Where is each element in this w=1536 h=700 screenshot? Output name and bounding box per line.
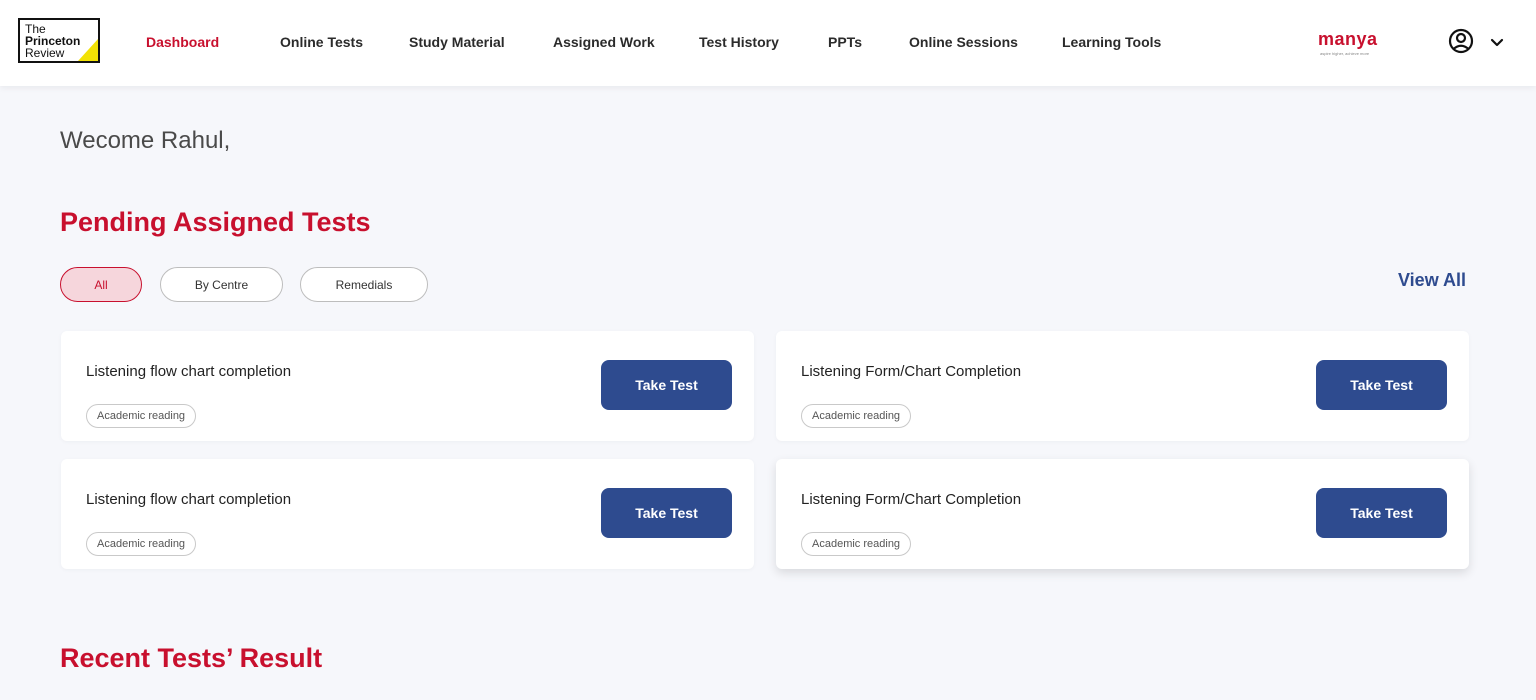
filter-all[interactable]: All	[60, 267, 142, 302]
nav-ppts[interactable]: PPTs	[828, 34, 862, 50]
take-test-button[interactable]: Take Test	[601, 360, 732, 410]
nav-learning-tools[interactable]: Learning Tools	[1062, 34, 1161, 50]
top-header: The Princeton Review Dashboard Online Te…	[0, 0, 1536, 86]
user-circle-icon[interactable]	[1446, 28, 1510, 58]
recent-tests-title: Recent Tests’ Result	[60, 643, 323, 673]
nav-online-sessions[interactable]: Online Sessions	[909, 34, 1018, 50]
logo-yellow-triangle	[78, 39, 98, 61]
manya-logo-tagline: aspire higher, achieve more	[1320, 51, 1370, 56]
test-card-title: Listening Form/Chart Completion	[801, 491, 1022, 508]
test-card-title: Listening Form/Chart Completion	[801, 363, 1022, 380]
take-test-button[interactable]: Take Test	[1316, 488, 1447, 538]
test-card: Listening flow chart completion Academic…	[61, 459, 754, 569]
manya-logo-word: manya	[1318, 29, 1378, 49]
test-card-tag: Academic reading	[86, 532, 197, 556]
nav-online-tests[interactable]: Online Tests	[280, 34, 363, 50]
manya-logo: manya aspire higher, achieve more	[1318, 29, 1384, 59]
test-card-tag: Academic reading	[86, 404, 197, 428]
test-card: Listening flow chart completion Academic…	[61, 331, 754, 441]
pending-tests-title: Pending Assigned Tests	[60, 207, 371, 237]
princeton-review-logo[interactable]: The Princeton Review	[18, 18, 100, 63]
take-test-button[interactable]: Take Test	[601, 488, 732, 538]
nav-test-history[interactable]: Test History	[699, 34, 779, 50]
test-card-title: Listening flow chart completion	[86, 491, 292, 508]
test-card-title: Listening flow chart completion	[86, 363, 292, 380]
welcome-message: Wecome Rahul,	[60, 127, 231, 154]
test-card-tag: Academic reading	[801, 532, 912, 556]
test-card-tag: Academic reading	[801, 404, 912, 428]
nav-assigned-work[interactable]: Assigned Work	[553, 34, 655, 50]
account-menu[interactable]	[1446, 28, 1510, 58]
chevron-down-icon	[1490, 38, 1504, 47]
take-test-button[interactable]: Take Test	[1316, 360, 1447, 410]
filter-remedials[interactable]: Remedials	[300, 267, 428, 302]
nav-dashboard[interactable]: Dashboard	[146, 34, 219, 50]
nav-study-material[interactable]: Study Material	[409, 34, 505, 50]
test-card: Listening Form/Chart Completion Academic…	[776, 331, 1469, 441]
logo-line-3: Review	[25, 46, 65, 60]
test-card: Listening Form/Chart Completion Academic…	[776, 459, 1469, 569]
view-all-link[interactable]: View All	[1398, 270, 1466, 291]
filter-by-centre[interactable]: By Centre	[160, 267, 283, 302]
